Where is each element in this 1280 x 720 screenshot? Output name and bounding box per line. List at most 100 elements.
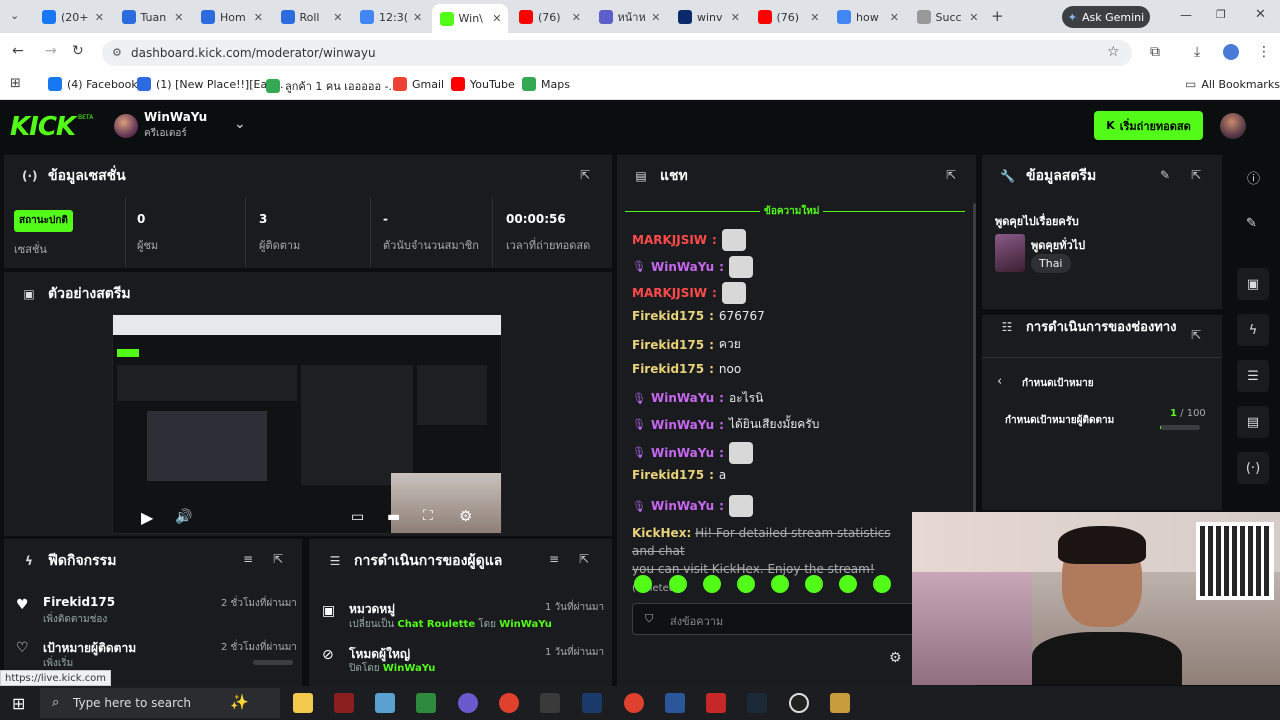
- tab-close-icon[interactable]: ✕: [890, 11, 905, 24]
- popout-icon[interactable]: ⇱: [580, 168, 590, 182]
- filter-icon[interactable]: ≡: [549, 552, 559, 566]
- broadcast-panel-toggle-icon[interactable]: (·): [1237, 452, 1269, 484]
- tab-close-icon[interactable]: ✕: [95, 11, 110, 24]
- app-icon[interactable]: [706, 693, 726, 713]
- app-icon[interactable]: [375, 693, 395, 713]
- browser-tab[interactable]: 12:3(✕: [352, 6, 428, 28]
- bookmark-item[interactable]: Gmail: [393, 77, 444, 91]
- mod-action-user[interactable]: WinWaYu: [383, 663, 436, 674]
- photoshop-icon[interactable]: [582, 693, 602, 713]
- emote-button[interactable]: [839, 575, 857, 593]
- download-icon[interactable]: ⤓: [1194, 44, 1200, 60]
- tab-close-icon[interactable]: ✕: [810, 11, 825, 24]
- go-live-button[interactable]: K เริ่มถ่ายทอดสด: [1094, 111, 1203, 140]
- bookmark-item[interactable]: Maps: [522, 77, 570, 91]
- tab-close-icon[interactable]: ✕: [731, 11, 746, 24]
- browser-tab[interactable]: Succ ✕: [909, 6, 985, 28]
- file-explorer-icon[interactable]: [293, 693, 313, 713]
- site-info-icon[interactable]: ⚙: [112, 46, 122, 59]
- bookmark-star-icon[interactable]: ☆: [1107, 44, 1120, 60]
- address-bar[interactable]: dashboard.kick.com/moderator/winwayu: [102, 40, 1132, 66]
- edit-pencil-icon[interactable]: ✎: [1246, 216, 1257, 231]
- lightning-panel-toggle-icon[interactable]: ϟ: [1237, 314, 1269, 346]
- profile-avatar[interactable]: [1223, 44, 1239, 60]
- chat-username[interactable]: WinWaYu: [651, 418, 714, 432]
- extensions-icon[interactable]: ⧉: [1150, 44, 1160, 60]
- maximize-icon[interactable]: ❐: [1216, 8, 1226, 21]
- play-icon[interactable]: ▶: [141, 508, 153, 527]
- theater-icon[interactable]: ▬: [387, 509, 400, 525]
- tab-close-icon[interactable]: ✕: [651, 11, 666, 24]
- chat-username[interactable]: KickHex: [632, 526, 686, 540]
- tab-search-icon[interactable]: ⌄: [10, 9, 19, 22]
- reload-icon[interactable]: ↻: [72, 43, 84, 59]
- app-icon[interactable]: [416, 693, 436, 713]
- tab-close-icon[interactable]: ✕: [969, 11, 984, 24]
- word-icon[interactable]: [665, 693, 685, 713]
- browser-tab[interactable]: how ✕: [829, 6, 905, 28]
- bookmark-item[interactable]: YouTube: [451, 77, 515, 91]
- chevron-down-icon[interactable]: ⌄: [234, 116, 246, 132]
- popout-icon[interactable]: ⇱: [1191, 168, 1201, 182]
- tab-close-icon[interactable]: ✕: [333, 11, 348, 24]
- emote-button[interactable]: [771, 575, 789, 593]
- browser-tab[interactable]: หน้าห ✕: [591, 6, 667, 28]
- mod-action-user[interactable]: WinWaYu: [499, 619, 552, 630]
- back-chevron-icon[interactable]: ‹: [997, 374, 1002, 389]
- kick-logo[interactable]: KICK: [10, 112, 76, 142]
- chat-input[interactable]: ⛉ ส่งข้อความ: [632, 603, 922, 635]
- chat-username[interactable]: Firekid175: [632, 309, 704, 323]
- chat-username[interactable]: WinWaYu: [651, 499, 714, 513]
- edit-pencil-icon[interactable]: ✎: [1160, 168, 1170, 182]
- emote-button[interactable]: [805, 575, 823, 593]
- chat-username[interactable]: MARKJJSIW: [632, 286, 707, 300]
- bookmark-item[interactable]: (1) [New Place!!][Eaz...: [137, 77, 283, 91]
- popout-icon[interactable]: ⇱: [273, 552, 283, 566]
- forward-icon[interactable]: →: [45, 43, 57, 59]
- chat-username[interactable]: Firekid175: [632, 362, 704, 376]
- emote-button[interactable]: [634, 575, 652, 593]
- chat-scrollbar[interactable]: [973, 203, 976, 513]
- browser-tab[interactable]: (76) ✕: [511, 6, 587, 28]
- tab-close-icon[interactable]: ✕: [413, 11, 428, 24]
- close-window-icon[interactable]: ✕: [1255, 7, 1266, 22]
- chat-username[interactable]: MARKJJSIW: [632, 233, 707, 247]
- bookmark-item[interactable]: (4) Facebook: [48, 77, 138, 91]
- chat-username[interactable]: WinWaYu: [651, 260, 714, 274]
- chat-username[interactable]: WinWaYu: [651, 391, 714, 405]
- emote-button[interactable]: [873, 575, 891, 593]
- obs-icon[interactable]: [789, 693, 809, 713]
- browser-tab[interactable]: (76) ✕: [750, 6, 826, 28]
- popout-icon[interactable]: ⇱: [1191, 328, 1201, 342]
- stream-category[interactable]: พูดคุยทั่วไป: [1031, 236, 1085, 254]
- app-icon[interactable]: [458, 693, 478, 713]
- emote-button[interactable]: [669, 575, 687, 593]
- browser-tab[interactable]: winv ✕: [670, 6, 746, 28]
- back-icon[interactable]: ←: [12, 43, 24, 59]
- browser-tab[interactable]: Hom ✕: [193, 6, 269, 28]
- steam-icon[interactable]: [747, 693, 767, 713]
- chat-username[interactable]: Firekid175: [632, 468, 704, 482]
- chat-settings-gear-icon[interactable]: ⚙: [889, 650, 902, 666]
- tab-close-icon[interactable]: ✕: [174, 11, 189, 24]
- info-icon[interactable]: ⓘ: [1247, 168, 1260, 187]
- emote-button[interactable]: [737, 575, 755, 593]
- list-panel-toggle-icon[interactable]: ☰: [1237, 360, 1269, 392]
- illustrator-icon[interactable]: [334, 693, 354, 713]
- bookmark-item[interactable]: ลูกค้า 1 คน เอออออ -...: [266, 77, 399, 95]
- chat-username[interactable]: WinWaYu: [651, 446, 714, 460]
- stream-preview-video[interactable]: ▶ 🔊 ▭ ▬ ⛶ ⚙: [112, 314, 502, 534]
- tab-close-icon[interactable]: ✕: [254, 11, 269, 24]
- chrome-icon[interactable]: [499, 693, 519, 713]
- volume-icon[interactable]: 🔊: [175, 509, 192, 525]
- filter-icon[interactable]: ≡: [243, 552, 253, 566]
- browser-tab[interactable]: Win\ ✕: [431, 4, 508, 33]
- channel-name[interactable]: WinWaYu: [144, 110, 207, 124]
- browser-tab[interactable]: (20+ ✕: [34, 6, 110, 28]
- browser-tab[interactable]: Roll ✕: [273, 6, 349, 28]
- emote-button[interactable]: [703, 575, 721, 593]
- tab-close-icon[interactable]: ✕: [572, 11, 587, 24]
- browser-tab[interactable]: Tuan ✕: [114, 6, 190, 28]
- app-icon[interactable]: [830, 693, 850, 713]
- menu-kebab-icon[interactable]: ⋮: [1257, 44, 1271, 60]
